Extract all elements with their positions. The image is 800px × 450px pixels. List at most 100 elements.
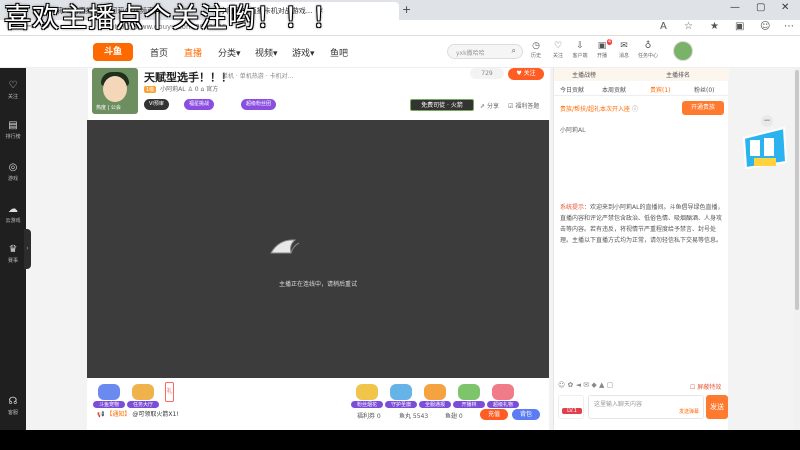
client-button[interactable]: ⇩ 客户端 bbox=[569, 41, 591, 59]
rank-user[interactable]: 小阿莉AL bbox=[560, 125, 585, 134]
collections-icon[interactable]: ▣ bbox=[735, 21, 744, 32]
anchor-avatar[interactable]: 热度 | 公会 bbox=[92, 68, 138, 114]
anchor-name[interactable]: 小阿莉AL bbox=[160, 86, 185, 93]
read-aloud-icon[interactable]: A bbox=[660, 21, 667, 32]
new-tab-icon[interactable]: + bbox=[402, 3, 411, 16]
messages-button[interactable]: ✉ 消息 bbox=[613, 41, 635, 59]
site-header: 斗鱼 首页 直播 分类▾ 视频▾ 游戏▾ 鱼吧 yxk撒哈哈 ⌕ ◷ 历史 ♡ … bbox=[0, 36, 800, 68]
level-icon[interactable]: LV.1 bbox=[558, 395, 584, 419]
share-button[interactable]: ⇗ 分享 bbox=[480, 101, 499, 110]
tab-fans[interactable]: 粉丝(0) bbox=[694, 85, 715, 94]
tab-week[interactable]: 本周贡献 bbox=[602, 85, 626, 94]
gift-item[interactable]: 粉丝烟花 bbox=[351, 384, 383, 408]
history-button[interactable]: ◷ 历史 bbox=[525, 41, 547, 59]
tab-vip[interactable]: 贵宾(1) bbox=[650, 85, 671, 94]
left-sidebar: ♡ 关注 ▤ 排行榜 ◎ 游戏 ☁ 云游戏 ♛ 赛事 ☊ 客服 bbox=[0, 68, 26, 430]
lucky-challenge-pill[interactable]: 福星挑战 bbox=[184, 99, 215, 110]
gift-item[interactable]: 守护圣旗 bbox=[385, 384, 417, 408]
welfare-coupon: 福利券 0 bbox=[357, 413, 381, 420]
minimize-icon[interactable]: — bbox=[730, 2, 740, 13]
sidebar-item-cloud-game[interactable]: ☁ 云游戏 bbox=[0, 204, 26, 224]
welfare-quiz-button[interactable]: ☑ 福利答题 bbox=[508, 101, 539, 110]
star-icon[interactable]: ☆ bbox=[684, 21, 693, 32]
follow-button[interactable]: ♥ 关注 bbox=[508, 68, 544, 80]
search-input[interactable]: yxk撒哈哈 ⌕ bbox=[447, 44, 523, 59]
floating-activity-banner[interactable] bbox=[740, 118, 790, 178]
nav-category[interactable]: 分类▾ bbox=[218, 46, 241, 59]
tab-today[interactable]: 今日贡献 bbox=[560, 85, 584, 94]
chat-input[interactable]: 这里输入聊天内容 发送弹幕 bbox=[588, 395, 704, 419]
help-icon[interactable]: ⓘ bbox=[632, 106, 638, 113]
sidebar-item-follow[interactable]: ♡ 关注 bbox=[0, 80, 26, 100]
free-gift-banner[interactable]: 免费司徒 · 火箭 bbox=[410, 99, 474, 111]
avatar-tags: 热度 | 公会 bbox=[96, 105, 121, 111]
nav-games[interactable]: 游戏▾ bbox=[292, 46, 315, 59]
scrollbar-thumb[interactable] bbox=[795, 70, 799, 310]
backpack-button[interactable]: 背包 bbox=[512, 409, 540, 420]
maximize-icon[interactable]: ▢ bbox=[756, 2, 765, 13]
chat-input-area: LV.1 这里输入聊天内容 发送弹幕 发送 bbox=[558, 395, 728, 419]
speaker-icon[interactable]: ◄ bbox=[576, 381, 581, 389]
sidebar-item-ranking[interactable]: ▤ 排行榜 bbox=[0, 120, 26, 140]
fan-icon[interactable]: ✿ bbox=[568, 381, 574, 389]
emoji-icon[interactable]: ☺ bbox=[558, 381, 565, 389]
sidebar-item-events[interactable]: ♛ 赛事 bbox=[0, 244, 26, 264]
task-hall-activity[interactable]: 任务大厅 bbox=[127, 384, 159, 408]
page-scrollbar[interactable] bbox=[794, 68, 800, 430]
nav-live[interactable]: 直播 bbox=[184, 46, 202, 59]
paint-icon[interactable]: ▢ bbox=[607, 381, 614, 389]
favorites-icon[interactable]: ★ bbox=[710, 21, 719, 32]
hot-count: 729 bbox=[470, 68, 504, 79]
anchor-ranking[interactable]: 主播排名 bbox=[666, 70, 690, 79]
gift-tree-icon bbox=[458, 384, 480, 400]
nav-home[interactable]: 首页 bbox=[150, 46, 168, 59]
room-info: 热度 | 公会 天赋型选手！！！ 单机 · 单机热游 · 卡机对... 1级 小… bbox=[88, 68, 550, 120]
rank-hint: 贵族/帮扶/超礼本次开入座 ⓘ bbox=[560, 106, 638, 113]
trophy-icon: ♛ bbox=[8, 244, 18, 255]
vi-review-pill[interactable]: VI预审 bbox=[144, 99, 169, 110]
chevron-down-icon: ▾ bbox=[236, 49, 241, 59]
gamepad-icon: ◎ bbox=[8, 162, 18, 173]
task-center-button[interactable]: ♁ 任务中心 bbox=[637, 41, 659, 59]
more-icon[interactable]: ⋯ bbox=[784, 21, 794, 32]
banner-close-icon[interactable]: − bbox=[761, 115, 773, 127]
super-fan-club-pill[interactable]: 超级粉丝团 bbox=[241, 99, 277, 110]
start-live-button[interactable]: ▣ 开播 4 bbox=[591, 39, 613, 59]
chevron-down-icon: ▾ bbox=[273, 49, 278, 59]
pet-activity[interactable]: 斗鱼宠物 bbox=[93, 384, 125, 408]
gift-item[interactable]: 全服通报 bbox=[419, 384, 451, 408]
gift-item[interactable]: 开播林 bbox=[453, 384, 485, 408]
sidebar-item-service[interactable]: ☊ 客服 bbox=[0, 396, 26, 416]
rank-header: 主播战榜 主播排名 bbox=[554, 68, 729, 81]
gift-item[interactable]: 超级礼物 bbox=[487, 384, 519, 408]
heart-icon: ♡ bbox=[8, 80, 18, 91]
person-icon: ♙ bbox=[187, 86, 193, 93]
open-noble-button[interactable]: 开通贵族 bbox=[682, 101, 724, 115]
sidebar-item-games[interactable]: ◎ 游戏 bbox=[0, 162, 26, 182]
shield-effects-toggle[interactable]: ☐ 屏蔽特效 bbox=[690, 382, 721, 391]
system-tag: 系统提示： bbox=[560, 204, 591, 211]
diamond-icon[interactable]: ◆ bbox=[591, 381, 596, 389]
gift-side-tab[interactable]: 礼 bbox=[165, 382, 174, 402]
sidebar-collapse-handle[interactable]: › bbox=[24, 229, 31, 269]
profile-icon[interactable]: ☺ bbox=[760, 21, 770, 32]
fish-fin-balance: 鱼翅 0 bbox=[445, 413, 463, 420]
notice[interactable]: 📢 【通知】 @可领取火箭X1! bbox=[97, 409, 179, 418]
send-button[interactable]: 发送 bbox=[706, 395, 728, 419]
window-close-icon[interactable]: ✕ bbox=[781, 2, 789, 13]
chat-toolbar: ☺ ✿ ◄ ✉ ◆ ▲ ▢ ☐ 屏蔽特效 bbox=[558, 381, 726, 393]
charge-button[interactable]: 充值 bbox=[480, 409, 508, 420]
gift-icon[interactable]: ✉ bbox=[583, 381, 589, 389]
search-icon[interactable]: ⌕ bbox=[512, 46, 516, 56]
breadcrumb[interactable]: 单机 · 单机热游 · 卡机对... bbox=[222, 71, 293, 80]
nav-video[interactable]: 视频▾ bbox=[255, 46, 278, 59]
room-title: 天赋型选手！！！ bbox=[144, 71, 232, 84]
douyu-logo[interactable]: 斗鱼 bbox=[93, 43, 133, 61]
nav-fishbar[interactable]: 鱼吧 bbox=[330, 46, 348, 59]
fire-icon[interactable]: ▲ bbox=[599, 381, 604, 389]
follow-list-button[interactable]: ♡ 关注 bbox=[547, 41, 569, 59]
user-avatar[interactable] bbox=[673, 41, 693, 61]
anchor-battle-rank[interactable]: 主播战榜 bbox=[572, 70, 596, 79]
video-player[interactable]: 主播正在连线中，请稍后重试 bbox=[87, 120, 549, 378]
level-badge: 1级 bbox=[144, 86, 157, 93]
